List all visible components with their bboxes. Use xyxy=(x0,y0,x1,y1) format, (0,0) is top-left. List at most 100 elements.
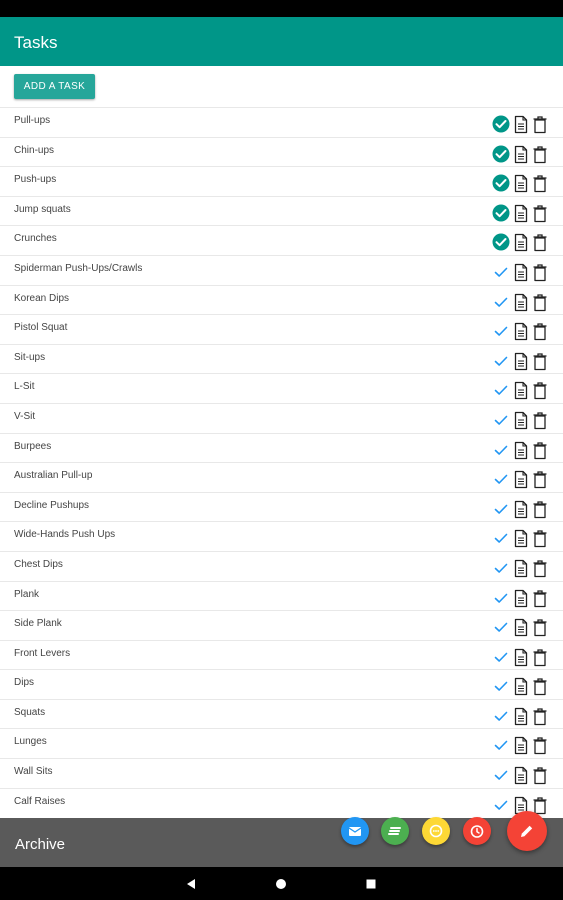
note-icon[interactable] xyxy=(513,441,529,460)
note-icon[interactable] xyxy=(513,233,529,252)
task-row[interactable]: Jump squats xyxy=(0,195,563,226)
note-icon[interactable] xyxy=(513,322,529,341)
trash-icon[interactable] xyxy=(532,322,548,341)
note-icon[interactable] xyxy=(513,589,529,608)
note-icon[interactable] xyxy=(513,174,529,193)
task-row[interactable]: Sit-ups xyxy=(0,343,563,374)
task-row[interactable]: Squats xyxy=(0,698,563,729)
trash-icon[interactable] xyxy=(532,766,548,785)
edit-fab-button[interactable] xyxy=(507,811,547,851)
check-icon[interactable] xyxy=(491,558,511,578)
check-circle-icon[interactable] xyxy=(491,114,511,134)
note-icon[interactable] xyxy=(513,500,529,519)
trash-icon[interactable] xyxy=(532,411,548,430)
check-icon[interactable] xyxy=(491,351,511,371)
trash-icon[interactable] xyxy=(532,736,548,755)
trash-icon[interactable] xyxy=(532,441,548,460)
task-row[interactable]: Spiderman Push-Ups/Crawls xyxy=(0,254,563,285)
trash-icon[interactable] xyxy=(532,470,548,489)
trash-icon[interactable] xyxy=(532,145,548,164)
note-icon[interactable] xyxy=(513,352,529,371)
note-icon[interactable] xyxy=(513,618,529,637)
trash-icon[interactable] xyxy=(532,648,548,667)
note-icon[interactable] xyxy=(513,766,529,785)
note-icon[interactable] xyxy=(513,736,529,755)
list-fab-button[interactable] xyxy=(381,817,409,845)
task-row[interactable]: Chin-ups xyxy=(0,136,563,167)
check-icon[interactable] xyxy=(491,647,511,667)
mail-fab-button[interactable] xyxy=(341,817,369,845)
trash-icon[interactable] xyxy=(532,618,548,637)
task-row[interactable]: Wide-Hands Push Ups xyxy=(0,521,563,551)
note-icon[interactable] xyxy=(513,145,529,164)
check-circle-icon[interactable] xyxy=(491,232,511,252)
note-icon[interactable] xyxy=(513,263,529,282)
trash-icon[interactable] xyxy=(532,707,548,726)
task-row[interactable]: V-Sit xyxy=(0,402,563,433)
check-circle-icon[interactable] xyxy=(491,203,511,223)
note-icon[interactable] xyxy=(513,115,529,134)
check-circle-icon[interactable] xyxy=(491,173,511,193)
task-row[interactable]: Side Plank xyxy=(0,610,563,640)
note-icon[interactable] xyxy=(513,411,529,430)
note-icon[interactable] xyxy=(513,677,529,696)
note-icon[interactable] xyxy=(513,707,529,726)
note-icon[interactable] xyxy=(513,648,529,667)
check-icon[interactable] xyxy=(491,795,511,815)
task-row[interactable]: Calf Raises xyxy=(0,787,563,818)
task-row[interactable]: L-Sit xyxy=(0,373,563,403)
task-row[interactable]: Lunges xyxy=(0,728,563,758)
check-icon[interactable] xyxy=(491,380,511,400)
trash-icon[interactable] xyxy=(532,263,548,282)
task-row[interactable]: Decline Pushups xyxy=(0,491,563,522)
trash-icon[interactable] xyxy=(532,233,548,252)
task-row[interactable]: Wall Sits xyxy=(0,758,563,788)
check-icon[interactable] xyxy=(491,440,511,460)
note-icon[interactable] xyxy=(513,293,529,312)
trash-icon[interactable] xyxy=(532,677,548,696)
check-circle-icon[interactable] xyxy=(491,144,511,164)
alarm-fab-button[interactable] xyxy=(463,817,491,845)
trash-icon[interactable] xyxy=(532,174,548,193)
note-icon[interactable] xyxy=(513,204,529,223)
check-icon[interactable] xyxy=(491,735,511,755)
task-row[interactable]: Dips xyxy=(0,669,563,699)
check-icon[interactable] xyxy=(491,706,511,726)
trash-icon[interactable] xyxy=(532,204,548,223)
recents-icon[interactable] xyxy=(363,876,379,892)
task-row[interactable]: Burpees xyxy=(0,432,563,463)
check-icon[interactable] xyxy=(491,262,511,282)
task-row[interactable]: Australian Pull-up xyxy=(0,462,563,492)
message-fab-button[interactable] xyxy=(422,817,450,845)
task-row[interactable]: Pull-ups xyxy=(0,107,563,137)
check-icon[interactable] xyxy=(491,617,511,637)
note-icon[interactable] xyxy=(513,559,529,578)
trash-icon[interactable] xyxy=(532,589,548,608)
note-icon[interactable] xyxy=(513,529,529,548)
task-row[interactable]: Crunches xyxy=(0,225,563,255)
back-icon[interactable] xyxy=(183,876,199,892)
trash-icon[interactable] xyxy=(532,115,548,134)
task-row[interactable]: Push-ups xyxy=(0,166,563,196)
add-task-button[interactable]: ADD A TASK xyxy=(14,74,95,99)
task-row[interactable]: Pistol Squat xyxy=(0,314,563,344)
home-icon[interactable] xyxy=(273,876,289,892)
check-icon[interactable] xyxy=(491,292,511,312)
task-row[interactable]: Korean Dips xyxy=(0,284,563,315)
check-icon[interactable] xyxy=(491,765,511,785)
task-row[interactable]: Plank xyxy=(0,580,563,611)
trash-icon[interactable] xyxy=(532,381,548,400)
trash-icon[interactable] xyxy=(532,529,548,548)
trash-icon[interactable] xyxy=(532,293,548,312)
check-icon[interactable] xyxy=(491,588,511,608)
note-icon[interactable] xyxy=(513,381,529,400)
check-icon[interactable] xyxy=(491,469,511,489)
check-icon[interactable] xyxy=(491,499,511,519)
trash-icon[interactable] xyxy=(532,559,548,578)
check-icon[interactable] xyxy=(491,528,511,548)
check-icon[interactable] xyxy=(491,676,511,696)
trash-icon[interactable] xyxy=(532,500,548,519)
trash-icon[interactable] xyxy=(532,352,548,371)
check-icon[interactable] xyxy=(491,410,511,430)
note-icon[interactable] xyxy=(513,470,529,489)
